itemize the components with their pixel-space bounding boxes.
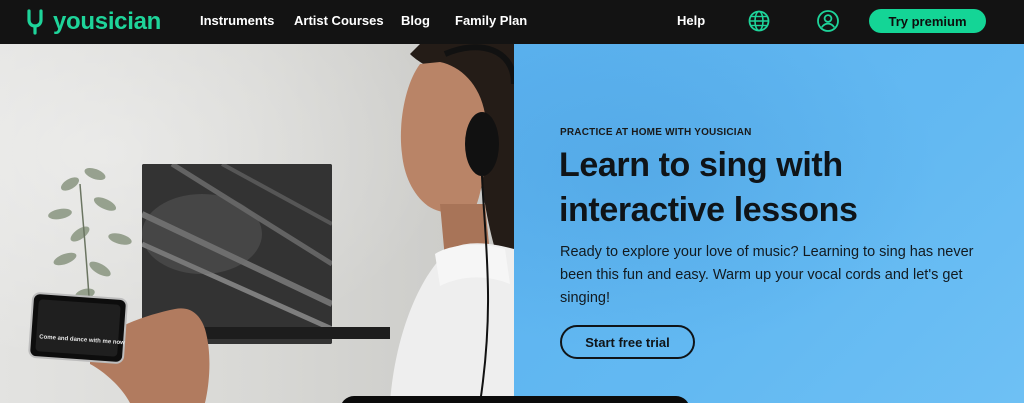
hero-description: Ready to explore your love of music? Lea… — [560, 244, 974, 306]
top-navigation: yousician Instruments Artist Courses Blo… — [0, 0, 1024, 44]
start-free-trial-button[interactable]: Start free trial — [560, 325, 695, 359]
nav-link-blog[interactable]: Blog — [401, 13, 430, 28]
hero-headline: Learn to sing with interactive lessons — [559, 146, 858, 229]
hero-content-panel: PRACTICE AT HOME WITH YOUSICIAN Learn to… — [514, 44, 1024, 403]
try-premium-button[interactable]: Try premium — [869, 9, 986, 33]
yousician-logo[interactable]: yousician — [26, 8, 161, 36]
user-circle-icon[interactable] — [816, 9, 840, 33]
phone-device: Come and dance with me now — [27, 291, 129, 365]
woman-with-headphones — [90, 44, 514, 403]
brand-name: yousician — [53, 8, 162, 35]
hero-photo: Come and dance with me now — [0, 44, 514, 403]
nav-link-artist-courses[interactable]: Artist Courses — [294, 13, 384, 28]
yousician-logo-icon — [27, 9, 43, 35]
hero-eyebrow: PRACTICE AT HOME WITH YOUSICIAN — [560, 127, 752, 138]
nav-link-family-plan[interactable]: Family Plan — [455, 13, 527, 28]
nav-link-help[interactable]: Help — [677, 13, 705, 28]
bottom-edge-element — [340, 396, 690, 403]
nav-link-instruments[interactable]: Instruments — [200, 13, 274, 28]
globe-icon[interactable] — [747, 9, 771, 33]
phone-screen — [35, 299, 121, 357]
